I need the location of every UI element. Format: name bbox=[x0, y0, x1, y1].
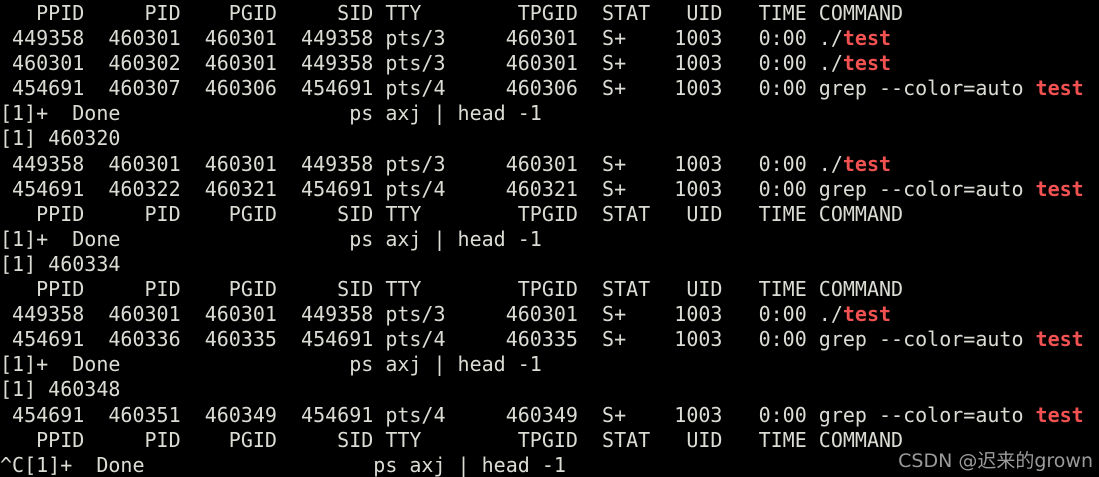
grep-match-text: test bbox=[842, 302, 892, 327]
terminal-text-segment: [1] 460320 bbox=[0, 126, 121, 151]
terminal-line: PPID PID PGID SID TTY TPGID STAT UID TIM… bbox=[0, 1, 1099, 26]
terminal-line: [1] 460334 bbox=[0, 252, 1099, 277]
terminal-text-segment: PPID PID PGID SID TTY TPGID STAT UID TIM… bbox=[0, 277, 904, 302]
terminal-text-segment: 449358 460301 460301 449358 pts/3 460301… bbox=[0, 151, 843, 176]
terminal-text-segment: PPID PID PGID SID TTY TPGID STAT UID TIM… bbox=[0, 1, 904, 25]
terminal-text-segment: [1]+ Done ps axj | head -1 bbox=[0, 226, 542, 251]
terminal-line: 454691 460322 460321 454691 pts/4 460321… bbox=[0, 177, 1099, 202]
terminal-line: 460301 460302 460301 449358 pts/3 460301… bbox=[0, 51, 1099, 76]
terminal-text-segment: PPID PID PGID SID TTY TPGID STAT UID TIM… bbox=[0, 427, 904, 452]
grep-match-text: test bbox=[1035, 327, 1084, 352]
grep-match-text: test bbox=[842, 26, 892, 51]
terminal-output[interactable]: PPID PID PGID SID TTY TPGID STAT UID TIM… bbox=[0, 1, 1099, 477]
terminal-line: 454691 460307 460306 454691 pts/4 460306… bbox=[0, 76, 1099, 101]
grep-match-text: test bbox=[842, 151, 892, 176]
terminal-text-segment: 454691 460322 460321 454691 pts/4 460321… bbox=[0, 176, 1036, 201]
terminal-text-segment: ^C[1]+ Done ps axj | head -1 bbox=[0, 452, 566, 477]
terminal-line: 449358 460301 460301 449358 pts/3 460301… bbox=[0, 152, 1099, 177]
watermark: CSDN @迟来的grown bbox=[898, 450, 1093, 472]
terminal-text-segment: PPID PID PGID SID TTY TPGID STAT UID TIM… bbox=[0, 201, 904, 226]
grep-match-text: test bbox=[1035, 402, 1084, 427]
terminal-text-segment: 449358 460301 460301 449358 pts/3 460301… bbox=[0, 302, 843, 327]
terminal-text-segment: 454691 460307 460306 454691 pts/4 460306… bbox=[0, 76, 1036, 101]
grep-match-text: test bbox=[1035, 76, 1084, 101]
terminal-line: 449358 460301 460301 449358 pts/3 460301… bbox=[0, 302, 1099, 327]
terminal-text-segment: [1] 460334 bbox=[0, 251, 121, 276]
terminal-text-segment: [1] 460348 bbox=[0, 377, 121, 402]
terminal-line: PPID PID PGID SID TTY TPGID STAT UID TIM… bbox=[0, 428, 1099, 453]
terminal-line: 454691 460336 460335 454691 pts/4 460335… bbox=[0, 327, 1099, 352]
terminal-line: [1] 460320 bbox=[0, 126, 1099, 151]
terminal-text-segment: [1]+ Done ps axj | head -1 bbox=[0, 101, 542, 126]
terminal-line: [1]+ Done ps axj | head -1 bbox=[0, 352, 1099, 377]
terminal-text-segment: 460301 460302 460301 449358 pts/3 460301… bbox=[0, 51, 843, 76]
terminal-line: [1]+ Done ps axj | head -1 bbox=[0, 101, 1099, 126]
grep-match-text: test bbox=[842, 51, 892, 76]
terminal-line: 449358 460301 460301 449358 pts/3 460301… bbox=[0, 26, 1099, 51]
terminal-line: PPID PID PGID SID TTY TPGID STAT UID TIM… bbox=[0, 202, 1099, 227]
terminal-line: 454691 460351 460349 454691 pts/4 460349… bbox=[0, 403, 1099, 428]
terminal-text-segment: 454691 460336 460335 454691 pts/4 460335… bbox=[0, 327, 1036, 352]
terminal-line: PPID PID PGID SID TTY TPGID STAT UID TIM… bbox=[0, 277, 1099, 302]
terminal-text-segment: [1]+ Done ps axj | head -1 bbox=[0, 352, 542, 377]
terminal-line: [1]+ Done ps axj | head -1 bbox=[0, 227, 1099, 252]
grep-match-text: test bbox=[1035, 176, 1084, 201]
terminal-text-segment: 454691 460351 460349 454691 pts/4 460349… bbox=[0, 402, 1036, 427]
terminal-text-segment: 449358 460301 460301 449358 pts/3 460301… bbox=[0, 26, 843, 51]
terminal-line: [1] 460348 bbox=[0, 377, 1099, 402]
